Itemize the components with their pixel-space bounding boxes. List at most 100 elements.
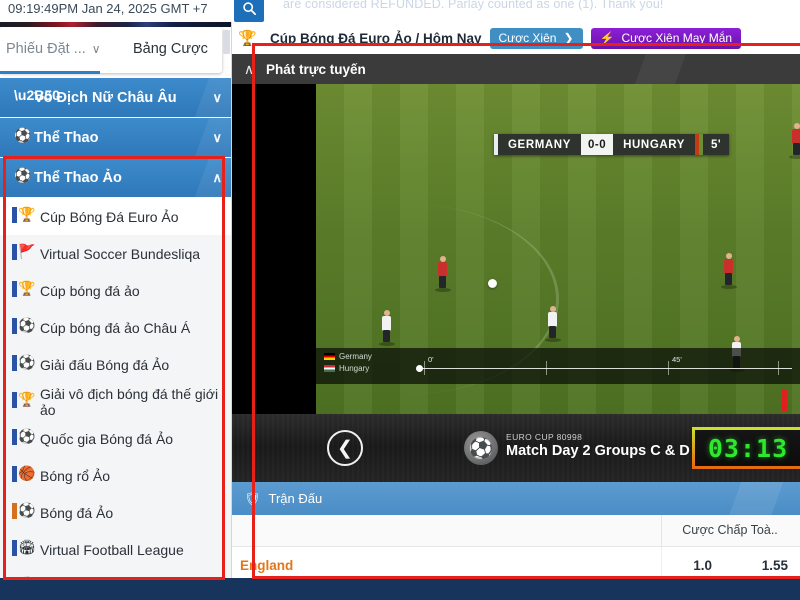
event-id: EURO CUP 80998 <box>506 432 583 442</box>
timeline-away-label: Hungary <box>339 364 370 373</box>
germany-flag-icon <box>324 353 335 361</box>
sidebar-item-virtual-basketball[interactable]: 🏀 Bóng rổ Ảo <box>0 457 231 494</box>
search-glyph <box>242 1 256 15</box>
event-title: Match Day 2 Groups C & D <box>506 443 690 459</box>
asia-cup-icon: ⚽ <box>12 317 40 338</box>
timeline-home-label: Germany <box>339 352 372 361</box>
parlay-button[interactable]: Cược Xiên ❯ <box>489 27 583 49</box>
timeline-axis <box>420 368 792 369</box>
live-stream-video[interactable]: GERMANY 0-0 HUNGARY 5' Germany Hungary 0… <box>232 84 800 414</box>
betslip-tabs: Phiếu Đặt ... ∨ Bảng Cược <box>0 27 222 74</box>
parlay-button-label: Cược Xiên <box>498 31 557 45</box>
sidebar-item-label: Cúp Bóng Đá Euro Ảo <box>40 208 179 225</box>
tab-bet-slip[interactable]: Phiếu Đặt ... ∨ <box>6 27 101 71</box>
event-info: EURO CUP 80998 Match Day 2 Groups C & D <box>506 432 690 459</box>
chevron-right-icon: ❯ <box>563 31 574 45</box>
sidebar-group-label: Thể Thao Ảo <box>34 169 122 186</box>
sidebar-item-label: Giải đấu Bóng đá Ảo <box>40 356 170 373</box>
chevron-left-icon[interactable]: ❮ <box>327 430 363 466</box>
breadcrumb: 🏆 Cúp Bóng Đá Euro Ảo / Hôm Nay Cược Xiê… <box>232 22 800 54</box>
app-root: 09:19:49PM Jan 24, 2025 GMT +7 are consi… <box>0 0 800 600</box>
handicap-value[interactable]: 1.0 <box>693 558 712 573</box>
hungary-flag-icon <box>324 365 335 373</box>
scoreboard-away-team: HUNGARY <box>613 134 696 155</box>
scoreboard-score: 0-0 <box>580 134 614 155</box>
match-panel-title: Trận Đấu <box>268 491 323 506</box>
sidebar-item-label: Cúp bóng đá ảo <box>40 282 140 299</box>
match-table-header: Cược Chấp Toà.. <box>232 515 800 547</box>
stream-title: Phát trực tuyến <box>266 61 366 77</box>
virtual-cup-icon: 🏆 <box>12 280 40 301</box>
sidebar-group-womens-euro[interactable]: \u2B50 Vô Địch Nữ Châu Âu ∨ <box>0 78 231 117</box>
sidebar-item-euro-cup[interactable]: 🏆 Cúp Bóng Đá Euro Ảo <box>0 198 231 235</box>
sidebar-item-partial[interactable]: ⚽ <box>0 568 231 578</box>
sidebar-item-virtual-cup[interactable]: 🏆 Cúp bóng đá ảo <box>0 272 231 309</box>
sidebar-item-label: Virtual Football League <box>40 541 184 558</box>
server-clock: 09:19:49PM Jan 24, 2025 GMT +7 <box>8 1 208 16</box>
lucky-parlay-button[interactable]: ⚡ Cược Xiên May Mắn <box>590 27 742 49</box>
virtual-league-icon: ⚽ <box>12 354 40 375</box>
sidebar-item-virtual-football[interactable]: ⚽ Bóng đá Ảo <box>0 494 231 531</box>
timeline-tick <box>668 361 669 375</box>
timeline-start-label: 0' <box>428 355 434 364</box>
timeline-team-labels: Germany Hungary <box>324 351 372 375</box>
trophy-star-icon: \u2B50 <box>14 86 60 103</box>
breadcrumb-text: Cúp Bóng Đá Euro Ảo / Hôm Nay <box>270 30 482 46</box>
tab-active-underline <box>0 71 100 74</box>
sidebar-item-nations[interactable]: ⚽ Quốc gia Bóng đá Ảo <box>0 420 231 457</box>
nations-icon: ⚽ <box>12 428 40 449</box>
sports-ball-icon: ⚽ <box>14 126 32 143</box>
timeline-tick <box>778 361 779 375</box>
chevron-down-icon: ∨ <box>212 89 222 105</box>
scoreboard-home-team: GERMANY <box>498 134 581 155</box>
tab-bet-slip-label: Phiếu Đặt ... <box>6 41 86 57</box>
search-icon[interactable] <box>234 0 264 22</box>
virtual-sports-icon: ⚽ <box>14 166 32 183</box>
chevron-down-icon: ∨ <box>212 129 222 145</box>
sidebar-scrollbar[interactable] <box>223 30 230 54</box>
shield-icon: 🛡 <box>244 490 261 506</box>
stream-header[interactable]: ∧ Phát trực tuyến <box>232 54 800 84</box>
sidebar-item-label: Quốc gia Bóng đá Ảo <box>40 430 174 447</box>
euro-cup-icon: 🏆 <box>12 206 40 227</box>
tab-bet-board[interactable]: Bảng Cược <box>133 27 208 71</box>
stream-control-bar: ❮ ⚽ EURO CUP 80998 Match Day 2 Groups C … <box>232 414 800 482</box>
match-panel-header[interactable]: 🛡 Trận Đấu <box>232 482 800 515</box>
sidebar-item-label: Bóng rổ Ảo <box>40 467 111 484</box>
odds-value[interactable]: 1.55 <box>762 558 788 573</box>
lightning-icon: ⚡ <box>599 31 615 45</box>
virtual-football-league-icon: 🏟 <box>12 539 40 560</box>
sidebar-group-label: Vô Địch Nữ Châu Âu <box>34 89 177 106</box>
timeline-marker <box>416 365 423 372</box>
sidebar-group-virtual-sports[interactable]: ⚽ Thể Thao Ảo ∧ <box>0 158 231 197</box>
chevron-down-icon: ∨ <box>91 42 101 56</box>
sidebar-group-sports[interactable]: ⚽ Thể Thao ∨ <box>0 118 231 157</box>
countdown-timer: 03:13 <box>692 427 800 469</box>
sidebar-item-asia-cup[interactable]: ⚽ Cúp bóng đá ảo Châu Á <box>0 309 231 346</box>
timeline-tick <box>424 361 425 375</box>
tab-bet-board-label: Bảng Cược <box>133 41 208 57</box>
chevron-up-icon: ∧ <box>212 169 222 185</box>
bundesliga-icon: 🚩 <box>12 243 40 264</box>
sidebar-item-world-cup[interactable]: 🏆 Giải vô địch bóng đá thế giới ảo <box>0 383 231 420</box>
sidebar-nav-list: \u2B50 Vô Địch Nữ Châu Âu ∨ ⚽ Thể Thao ∨… <box>0 78 231 578</box>
sidebar-item-label: Virtual Soccer Bundesliqa <box>40 245 201 262</box>
left-sidebar: Phiếu Đặt ... ∨ Bảng Cược \u2B50 Vô Địch… <box>0 22 232 578</box>
red-marker <box>782 389 787 411</box>
ticker-message: are considered REFUNDED. Parlay counted … <box>283 0 664 11</box>
sidebar-item-virtual-football-league[interactable]: 🏟 Virtual Football League <box>0 531 231 568</box>
bottom-bar <box>0 578 800 600</box>
sidebar-item-label: Bóng đá Ảo <box>40 504 114 521</box>
countdown-value: 03:13 <box>707 433 789 463</box>
sidebar-item-label: Giải vô địch bóng đá thế giới ảo <box>40 385 219 418</box>
sidebar-item-bundesliga[interactable]: 🚩 Virtual Soccer Bundesliqa <box>0 235 231 272</box>
sidebar-item-virtual-league[interactable]: ⚽ Giải đấu Bóng đá Ảo <box>0 346 231 383</box>
scoreboard-minute: 5' <box>703 134 730 155</box>
virtual-basketball-icon: 🏀 <box>12 465 40 486</box>
main-content: 🏆 Cúp Bóng Đá Euro Ảo / Hôm Nay Cược Xiê… <box>232 22 800 600</box>
chevron-up-icon: ∧ <box>243 60 255 77</box>
timeline-half-label: 45' <box>672 355 682 364</box>
column-header-handicap: Cược Chấp Toà.. <box>682 523 778 537</box>
back-glyph: ❮ <box>337 437 353 459</box>
soccer-player-icon: ⚽ <box>464 431 498 465</box>
